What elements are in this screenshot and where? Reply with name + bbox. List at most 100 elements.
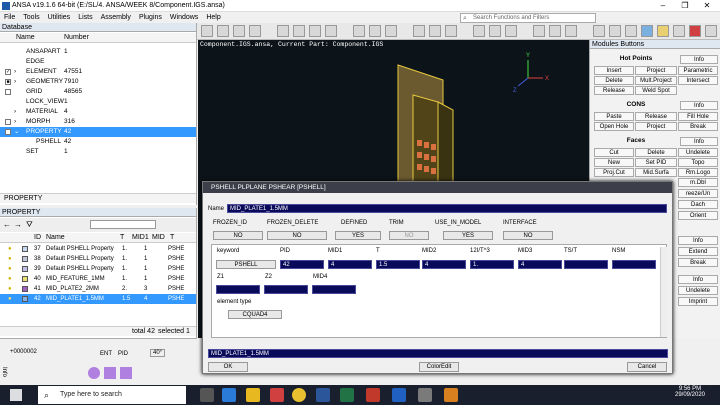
set-pid-button[interactable]: Set PID [635, 158, 677, 167]
scrollbar[interactable] [660, 247, 667, 337]
toolbar-button[interactable] [625, 25, 637, 37]
info-button[interactable]: Info [680, 137, 718, 146]
coloredit-button[interactable]: ColorEdit [419, 362, 459, 372]
database-row[interactable]: ✓ › ELEMENT 47551 [0, 67, 196, 77]
ts-t-field[interactable] [564, 260, 608, 269]
property-row-selected[interactable]: ● 42 MID_PLATE1_1.5MM 1.5 4 PSHE [0, 294, 196, 304]
chrome-icon[interactable] [292, 388, 306, 402]
delete-button[interactable]: Delete [594, 76, 634, 85]
database-row[interactable]: › MATERIAL 4 [0, 107, 196, 117]
toolbar-button[interactable] [641, 25, 653, 37]
mult-project-button[interactable]: Mult.Project [635, 76, 677, 85]
insert-button[interactable]: Insert [594, 66, 634, 75]
menu-tools[interactable]: Tools [19, 12, 43, 23]
module-button[interactable]: reeze/Un [678, 189, 718, 198]
keyword-select[interactable]: PSHELL [216, 260, 276, 269]
open-hole-button[interactable]: Open Hole [594, 122, 634, 131]
checkbox[interactable]: ■ [5, 79, 11, 85]
menu-lists[interactable]: Lists [74, 12, 96, 23]
property-search-input[interactable] [90, 220, 156, 229]
forward-icon[interactable]: → [14, 220, 22, 229]
weld-spot-button[interactable]: Weld Spot [635, 86, 677, 95]
toolbar-button[interactable] [233, 25, 245, 37]
nsm-field[interactable] [612, 260, 656, 269]
use-in-model-select[interactable]: YES [443, 231, 493, 240]
delete-button[interactable]: Delete [635, 148, 677, 157]
menu-assembly[interactable]: Assembly [97, 12, 135, 23]
toolbar-button[interactable] [689, 25, 701, 37]
toolbar-button[interactable] [657, 25, 669, 37]
paste-button[interactable]: Paste [594, 112, 634, 121]
database-row[interactable]: › MORPH 316 [0, 117, 196, 127]
col-number[interactable]: Number [64, 34, 89, 41]
taskbar-app-icon[interactable] [366, 388, 380, 402]
taskbar-clock[interactable]: 9:56 PM 29/09/2020 [668, 386, 712, 398]
col-name[interactable]: Name [16, 34, 35, 41]
toolbar-button[interactable] [429, 25, 441, 37]
toolbar-button[interactable] [705, 25, 717, 37]
taskbar-app-icon[interactable] [392, 388, 406, 402]
checkbox[interactable]: ✓ [5, 69, 11, 75]
database-row[interactable]: LOCK_VIEW 1 [0, 97, 196, 107]
pid-field[interactable]: 42 [280, 260, 324, 269]
break-button[interactable]: Break [678, 122, 718, 131]
undelete-button[interactable]: Undelete [678, 148, 718, 157]
info-button[interactable]: Info [680, 101, 718, 110]
frozen-id-select[interactable]: NO [213, 231, 263, 240]
menu-plugins[interactable]: Plugins [135, 12, 166, 23]
maximize-button[interactable]: ❐ [674, 0, 696, 12]
database-row[interactable]: ■ › GEOMETRY 7910 [0, 77, 196, 87]
fill-hole-button[interactable]: Fill Hole [678, 112, 718, 121]
database-row[interactable]: PSHELL 42 [0, 137, 196, 147]
close-button[interactable]: ✕ [696, 0, 718, 12]
toolbar-button[interactable] [533, 25, 545, 37]
shape-icon[interactable] [120, 367, 132, 379]
toolbar-button[interactable] [277, 25, 289, 37]
toolbar-button[interactable] [217, 25, 229, 37]
toolbar-button[interactable] [249, 25, 261, 37]
parametric-button[interactable]: Parametric [678, 66, 718, 75]
database-row[interactable]: EDGE [0, 57, 196, 67]
footer-name-field[interactable]: MID_PLATE1_1.5MM [208, 349, 668, 358]
frozen-delete-select[interactable]: NO [267, 231, 327, 240]
taskbar-app-icon[interactable] [200, 388, 214, 402]
toolbar-button[interactable] [325, 25, 337, 37]
cut-button[interactable]: Cut [594, 148, 634, 157]
excel-icon[interactable] [340, 388, 354, 402]
module-button[interactable]: Dach [678, 200, 718, 209]
z1-field[interactable] [216, 285, 260, 294]
property-row[interactable]: ● 41 MID_PLATE2_2MM 2. 3 PSHE [0, 284, 196, 294]
property-row[interactable]: ● 39 Default PSHELL Property 1. 1 PSHE [0, 264, 196, 274]
property-row[interactable]: ● 40 MID_FEATURE_1MM 1. 1 PSHE [0, 274, 196, 284]
extend-button[interactable]: Extend [678, 247, 718, 256]
mid3-field[interactable]: 4 [518, 260, 562, 269]
database-row[interactable]: SET 1 [0, 147, 196, 157]
search-input[interactable]: ⌕ Search Functions and Filters [460, 13, 596, 23]
element-type-select[interactable]: CQUAD4 [228, 310, 282, 319]
toolbar-button[interactable] [201, 25, 213, 37]
undelete-button[interactable]: Undelete [678, 286, 718, 295]
toolbar-button[interactable] [369, 25, 381, 37]
checkbox[interactable] [5, 129, 11, 135]
info-button[interactable]: Info [678, 236, 718, 245]
break-button[interactable]: Break [678, 258, 718, 267]
info-button[interactable]: Info [680, 55, 718, 64]
toolbar-button[interactable] [309, 25, 321, 37]
bending-ratio-field[interactable]: 1. [470, 260, 514, 269]
database-row[interactable]: ANSAPART 1 [0, 47, 196, 57]
toolbar-button[interactable] [505, 25, 517, 37]
filter-icon[interactable]: ⛛ [26, 220, 33, 230]
release-button[interactable]: Release [594, 86, 634, 95]
z2-field[interactable] [264, 285, 308, 294]
toolbar-button[interactable] [565, 25, 577, 37]
property-row[interactable]: ● 38 Default PSHELL Property 1. 1 PSHE [0, 254, 196, 264]
toolbar-button[interactable] [609, 25, 621, 37]
module-button[interactable]: m.Dbl [678, 178, 718, 187]
checkbox[interactable] [5, 119, 11, 125]
word-icon[interactable] [316, 388, 330, 402]
checkbox[interactable] [5, 89, 11, 95]
mid-surface-button[interactable]: Mid.Surfa [635, 168, 677, 177]
menu-help[interactable]: Help [202, 12, 224, 23]
menu-utilities[interactable]: Utilities [44, 12, 75, 23]
interface-select[interactable]: NO [503, 231, 553, 240]
